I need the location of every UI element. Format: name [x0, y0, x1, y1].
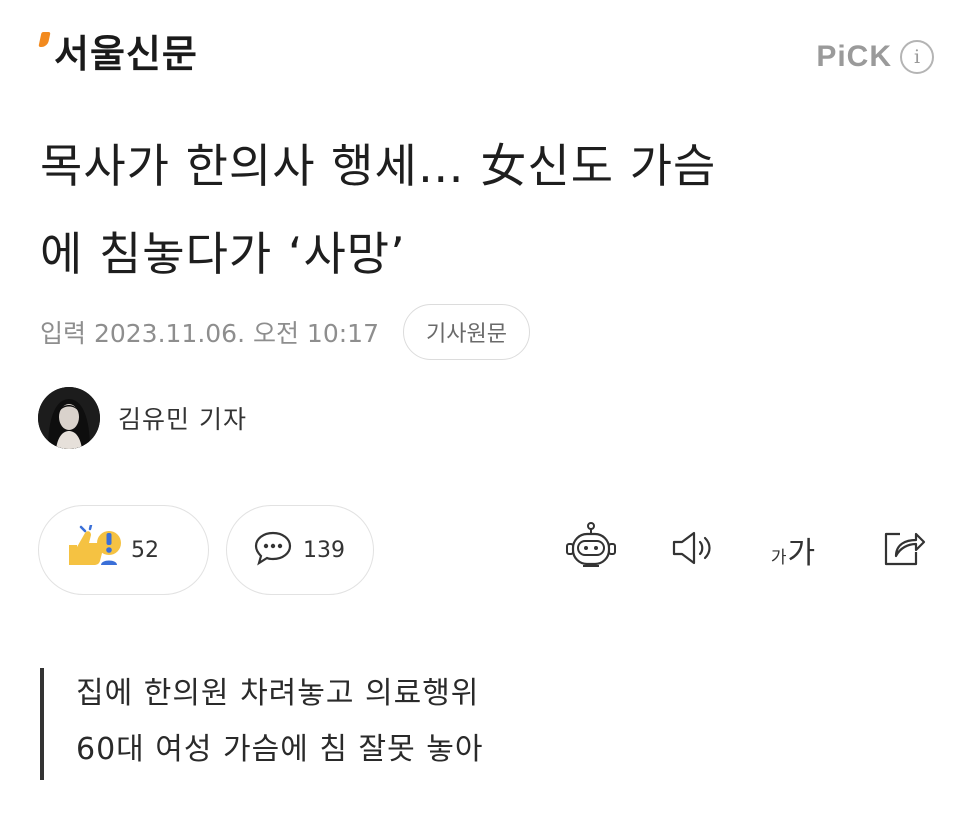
headline-line-2: 에 침놓다가 ‘사망’ — [40, 227, 406, 281]
logo-accent-mark — [38, 32, 51, 47]
comment-button[interactable]: 139 — [226, 505, 374, 595]
original-article-button[interactable]: 기사원문 — [402, 304, 530, 360]
publisher-logo[interactable]: 서울신문 — [38, 30, 198, 78]
action-bar: 52 139 가가 — [38, 505, 938, 595]
article-page: 서울신문 PiCK i 목사가 한의사 행세… 女신도 가슴 에 침놓다가 ‘사… — [0, 0, 972, 836]
comment-icon — [253, 530, 293, 570]
font-size-button[interactable]: 가가 — [760, 517, 826, 583]
reaction-icon — [65, 523, 121, 575]
author-info[interactable]: 김유민 기자 — [38, 387, 247, 449]
logo-text: 서울신문 — [54, 32, 198, 76]
summary-line-2: 60대 여성 가슴에 침 잘못 놓아 — [76, 732, 484, 767]
font-size-icon: 가가 — [770, 536, 816, 571]
article-summary: 집에 한의원 차려놓고 의료행위 60대 여성 가슴에 침 잘못 놓아 — [40, 668, 483, 780]
header: 서울신문 PiCK i — [0, 0, 972, 100]
text-to-speech-button[interactable] — [660, 517, 726, 583]
publish-date: 입력 2023.11.06. 오전 10:17 — [40, 319, 379, 348]
pick-badge[interactable]: PiCK i — [816, 40, 934, 74]
summary-bot-icon — [563, 520, 619, 580]
article-meta: 입력 2023.11.06. 오전 10:17 기사원문 — [40, 304, 530, 360]
share-icon — [880, 526, 928, 574]
info-icon[interactable]: i — [900, 40, 934, 74]
headline-line-1: 목사가 한의사 행세… 女신도 가슴 — [40, 139, 717, 193]
share-button[interactable] — [871, 517, 937, 583]
reaction-count: 52 — [131, 537, 159, 563]
article-headline: 목사가 한의사 행세… 女신도 가슴 에 침놓다가 ‘사망’ — [40, 122, 940, 298]
speaker-icon — [668, 528, 718, 572]
reaction-button[interactable]: 52 — [38, 505, 209, 595]
pick-label: PiCK — [816, 40, 892, 73]
author-avatar — [38, 387, 100, 449]
author-name: 김유민 기자 — [118, 405, 247, 434]
summary-line-1: 집에 한의원 차려놓고 의료행위 — [76, 676, 480, 711]
summary-bot-button[interactable] — [558, 517, 624, 583]
comment-count: 139 — [303, 537, 345, 563]
